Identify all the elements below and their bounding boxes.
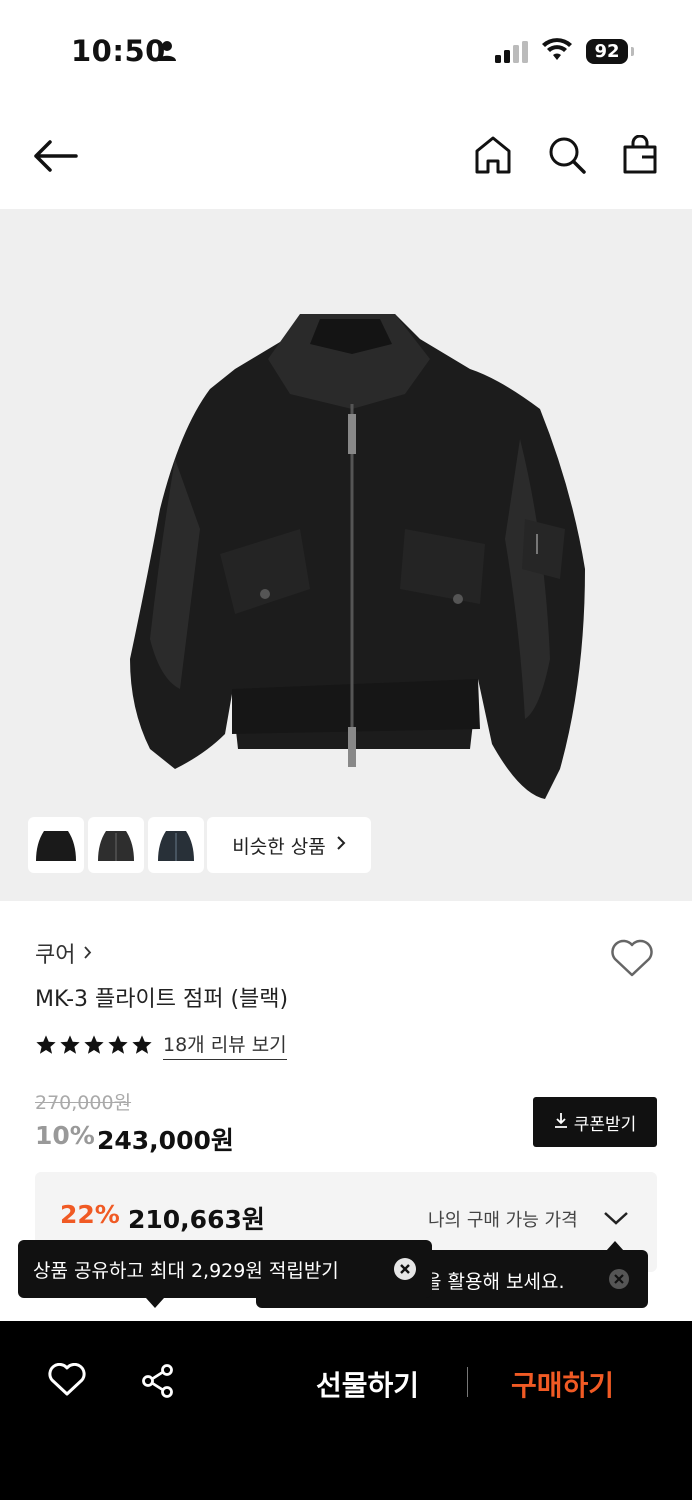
back-arrow-icon[interactable]	[32, 138, 78, 178]
download-icon	[554, 1112, 568, 1133]
share-icon[interactable]	[140, 1363, 176, 1403]
bottom-action-bar: 선물하기 구매하기	[0, 1321, 692, 1500]
close-icon[interactable]	[608, 1268, 630, 1295]
heart-icon[interactable]	[48, 1362, 86, 1401]
similar-products-label: 비슷한 상품	[232, 835, 326, 858]
share-tooltip-text: 상품 공유하고 최대 2,929원 적립받기	[33, 1260, 339, 1282]
divider	[467, 1367, 468, 1397]
best-price: 210,663원	[128, 1205, 265, 1234]
buy-button[interactable]: 구매하기	[511, 1364, 614, 1404]
chevron-down-icon[interactable]	[603, 1210, 629, 1230]
gift-button[interactable]: 선물하기	[316, 1364, 419, 1404]
best-discount-percent: 22%	[60, 1200, 120, 1229]
wifi-icon	[542, 38, 572, 66]
product-image[interactable]: 비슷한 상품	[0, 209, 692, 901]
star-rating	[35, 1034, 153, 1056]
thumbnail-1[interactable]	[28, 817, 84, 873]
status-time: 10:50	[71, 34, 166, 68]
jacket-image	[130, 314, 585, 799]
brand-name: 쿠어	[35, 943, 76, 968]
status-bar: 10:50 92	[0, 0, 692, 100]
star-icon	[84, 1035, 104, 1054]
star-icon	[60, 1035, 80, 1054]
battery-tip	[631, 47, 634, 56]
shopping-bag-icon[interactable]	[622, 134, 658, 179]
coupon-label: 쿠폰받기	[573, 1114, 637, 1135]
search-icon[interactable]	[547, 135, 587, 179]
thumbnail-2[interactable]	[88, 817, 144, 873]
rating-row: 18개 리뷰 보기	[35, 1030, 287, 1060]
benefit-tooltip-text: 을 활용해 보세요.	[424, 1271, 565, 1293]
tooltip-arrow	[606, 1241, 624, 1251]
brand-link[interactable]: 쿠어	[35, 937, 92, 969]
share-tooltip: 상품 공유하고 최대 2,929원 적립받기	[18, 1240, 432, 1308]
thumbnail-3[interactable]	[148, 817, 204, 873]
tooltip-arrow	[146, 1298, 164, 1308]
product-name: MK-3 플라이트 점퍼 (블랙)	[35, 987, 289, 1012]
similar-products-button[interactable]: 비슷한 상품	[207, 817, 371, 873]
star-icon	[36, 1035, 56, 1054]
review-link[interactable]: 18개 리뷰 보기	[163, 1030, 287, 1060]
star-icon	[132, 1035, 152, 1054]
chevron-right-icon	[336, 834, 346, 856]
discount-percent: 10%	[35, 1121, 95, 1150]
close-icon[interactable]	[393, 1257, 417, 1286]
chevron-right-icon	[83, 941, 92, 966]
original-price: 270,000원	[35, 1092, 132, 1114]
star-icon	[108, 1035, 128, 1054]
wishlist-heart-icon[interactable]	[609, 938, 655, 982]
top-nav	[0, 120, 692, 195]
battery-icon: 92	[586, 39, 628, 64]
signal-icon	[495, 41, 531, 67]
coupon-button[interactable]: 쿠폰받기	[533, 1097, 657, 1147]
sale-price: 243,000원	[97, 1126, 234, 1155]
person-icon	[157, 40, 177, 66]
home-icon[interactable]	[474, 135, 512, 179]
best-price-label: 나의 구매 가능 가격	[428, 1210, 578, 1231]
